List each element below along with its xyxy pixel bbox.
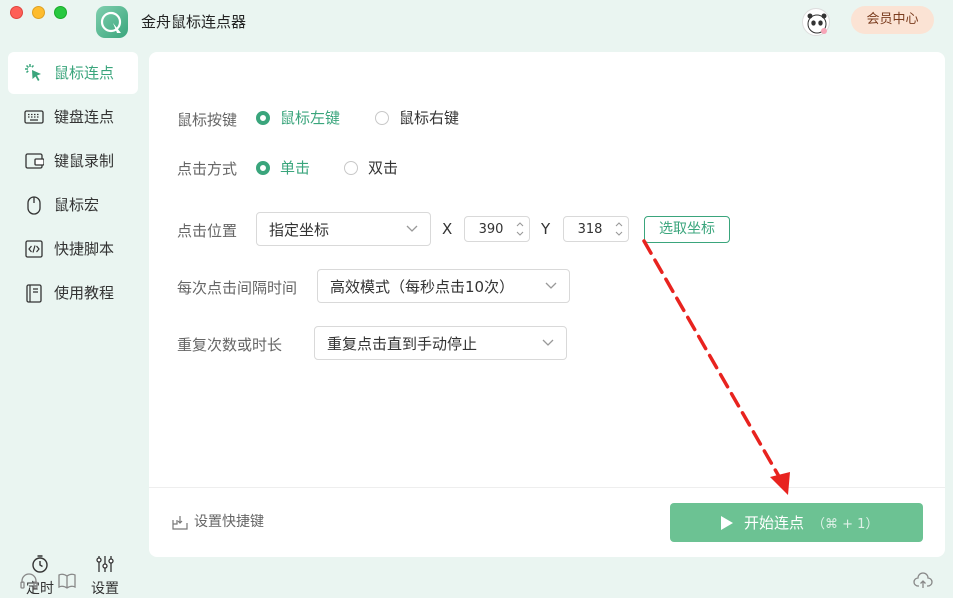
repeat-value: 重复点击直到手动停止 bbox=[327, 335, 478, 353]
play-icon bbox=[721, 516, 733, 530]
mouse-icon bbox=[27, 196, 41, 215]
book-icon bbox=[26, 284, 42, 303]
x-value: 390 bbox=[478, 222, 504, 237]
sidebar-item-mouse-click[interactable]: 鼠标连点 bbox=[8, 52, 138, 94]
position-mode-select[interactable]: 指定坐标 bbox=[256, 212, 431, 246]
panel-divider bbox=[149, 487, 945, 488]
click-type-label: 点击方式 bbox=[177, 160, 238, 178]
radio-single-click[interactable]: 单击 bbox=[256, 158, 326, 178]
open-book-icon[interactable] bbox=[57, 571, 77, 591]
sidebar-item-tutorial[interactable]: 使用教程 bbox=[8, 272, 138, 314]
interval-value: 高效模式（每秒点击10次） bbox=[330, 278, 515, 296]
radio-label: 单击 bbox=[280, 159, 311, 177]
x-label: X bbox=[442, 220, 453, 238]
sidebar-item-label: 使用教程 bbox=[54, 284, 115, 302]
radio-label: 鼠标左键 bbox=[280, 109, 341, 127]
y-label: Y bbox=[541, 220, 551, 238]
chevron-down-icon bbox=[545, 282, 557, 289]
interval-select[interactable]: 高效模式（每秒点击10次） bbox=[317, 269, 570, 303]
vip-center-button[interactable]: 会员中心 bbox=[851, 6, 934, 34]
position-label: 点击位置 bbox=[177, 222, 238, 240]
start-text: 开始连点 bbox=[744, 514, 805, 532]
sidebar-item-mouse-macro[interactable]: 鼠标宏 bbox=[8, 184, 138, 226]
keyboard-icon bbox=[24, 110, 44, 124]
radio-dot bbox=[256, 111, 270, 125]
sidebar-item-label: 快捷脚本 bbox=[54, 240, 115, 258]
settings-label: 设置 bbox=[91, 581, 119, 597]
radio-dot bbox=[344, 161, 358, 175]
radio-label: 鼠标右键 bbox=[399, 109, 460, 127]
radio-right-button[interactable]: 鼠标右键 bbox=[375, 108, 475, 128]
minimize-window-button[interactable] bbox=[32, 6, 45, 19]
sidebar-item-label: 鼠标连点 bbox=[54, 64, 115, 82]
stepper-arrows-icon[interactable] bbox=[614, 219, 624, 239]
radio-dot bbox=[375, 111, 389, 125]
y-value: 318 bbox=[577, 222, 603, 237]
mouse-click-icon bbox=[25, 64, 41, 81]
hotkey-icon bbox=[172, 516, 188, 530]
start-shortcut: （⌘ + 1） bbox=[812, 517, 879, 532]
y-coordinate-input[interactable]: 318 bbox=[563, 216, 629, 242]
app-logo-icon bbox=[96, 6, 128, 38]
settings-button[interactable]: 设置 bbox=[85, 554, 125, 598]
close-window-button[interactable] bbox=[10, 6, 23, 19]
start-clicking-button[interactable]: 开始连点 （⌘ + 1） bbox=[670, 503, 923, 542]
sidebar-item-record[interactable]: 键鼠录制 bbox=[8, 140, 138, 182]
chevron-down-icon bbox=[542, 339, 554, 346]
chevron-down-icon bbox=[406, 225, 418, 232]
repeat-label: 重复次数或时长 bbox=[177, 336, 283, 354]
repeat-select[interactable]: 重复点击直到手动停止 bbox=[314, 326, 567, 360]
script-icon bbox=[25, 240, 43, 258]
sidebar-item-label: 鼠标宏 bbox=[54, 196, 100, 214]
pick-coordinate-button[interactable]: 选取坐标 bbox=[644, 216, 730, 243]
avatar[interactable] bbox=[802, 8, 830, 36]
stepper-arrows-icon[interactable] bbox=[515, 219, 525, 239]
sidebar-item-label: 键鼠录制 bbox=[54, 152, 115, 170]
x-coordinate-input[interactable]: 390 bbox=[464, 216, 530, 242]
app-title: 金舟鼠标连点器 bbox=[141, 13, 247, 31]
radio-label: 双击 bbox=[368, 159, 399, 177]
maximize-window-button[interactable] bbox=[54, 6, 67, 19]
cloud-upload-icon[interactable] bbox=[913, 571, 933, 591]
sidebar-item-script[interactable]: 快捷脚本 bbox=[8, 228, 138, 270]
set-hotkey-label: 设置快捷键 bbox=[194, 514, 264, 530]
settings-sliders-icon bbox=[96, 556, 114, 572]
title-bar: 金舟鼠标连点器 会员中心 bbox=[0, 0, 953, 46]
interval-label: 每次点击间隔时间 bbox=[177, 279, 298, 297]
start-label: 开始连点 （⌘ + 1） bbox=[744, 513, 878, 535]
record-icon bbox=[25, 153, 44, 169]
headset-icon[interactable] bbox=[19, 571, 39, 591]
radio-dot bbox=[256, 161, 270, 175]
mouse-button-label: 鼠标按键 bbox=[177, 111, 238, 129]
sidebar-item-label: 键盘连点 bbox=[54, 108, 115, 126]
radio-left-button[interactable]: 鼠标左键 bbox=[256, 108, 356, 128]
position-mode-value: 指定坐标 bbox=[269, 221, 330, 239]
sidebar-item-keyboard-click[interactable]: 键盘连点 bbox=[8, 96, 138, 138]
radio-double-click[interactable]: 双击 bbox=[344, 158, 414, 178]
sidebar: 鼠标连点 键盘连点 键鼠录制 鼠标宏 快捷脚本 使用教程 定时 设置 bbox=[0, 52, 148, 598]
